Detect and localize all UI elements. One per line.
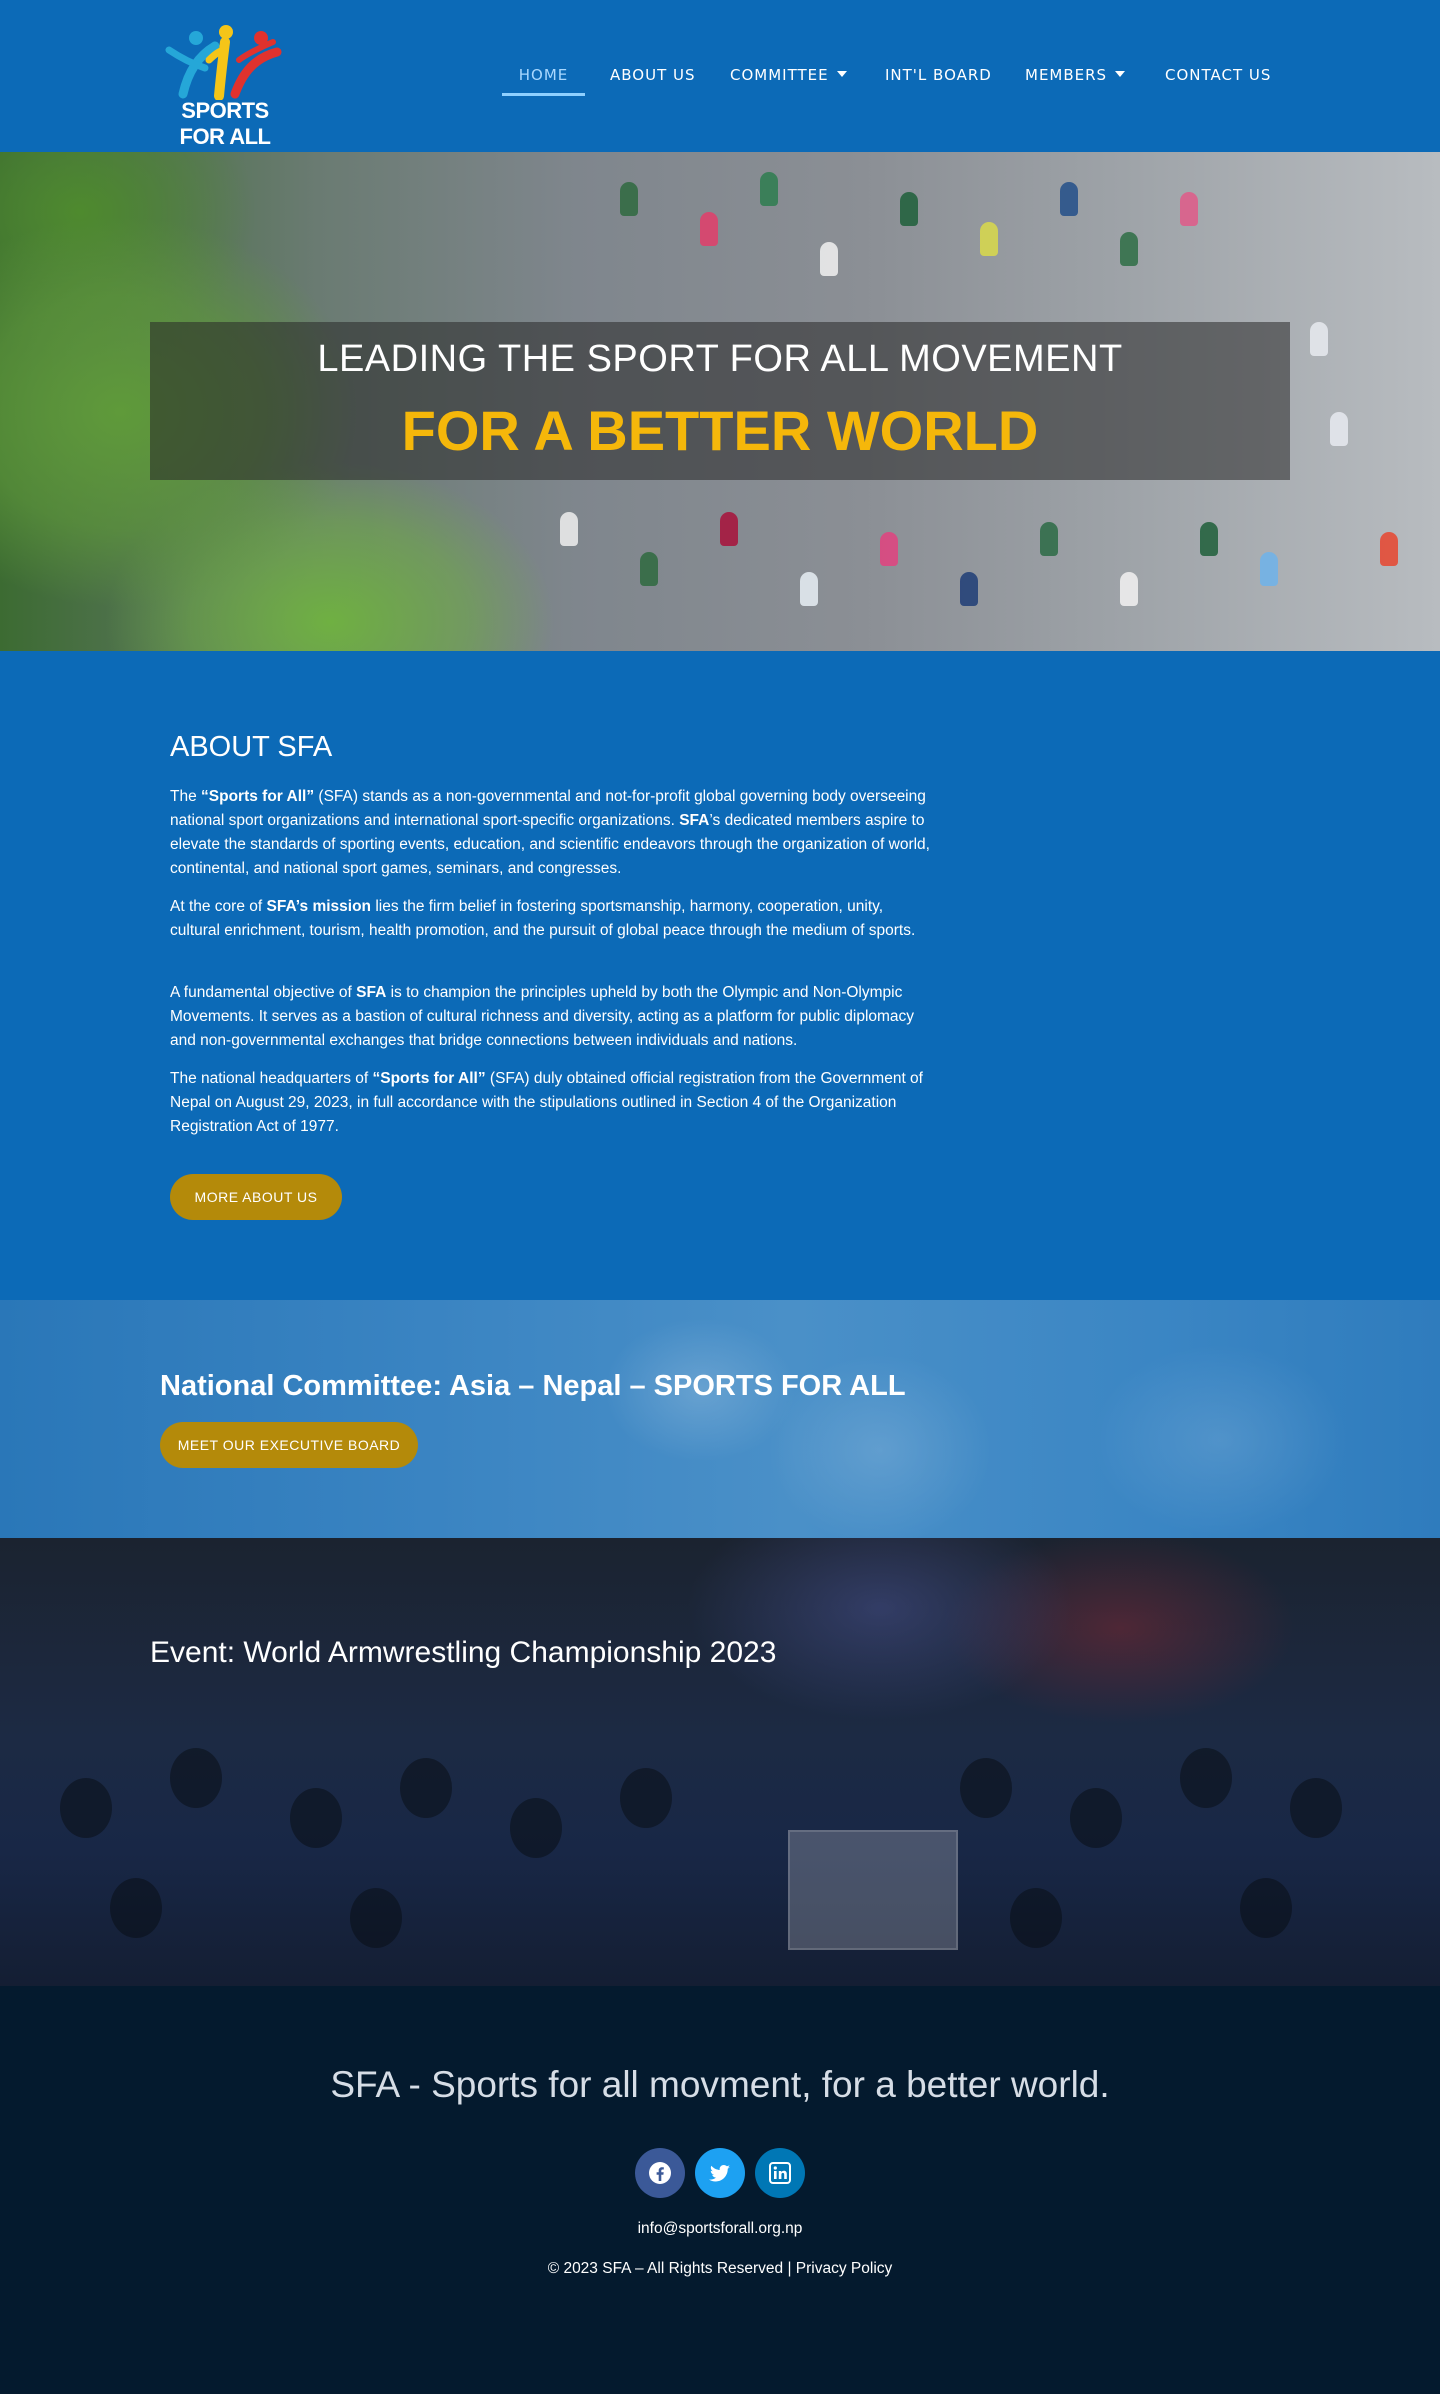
linkedin-link[interactable] — [755, 2148, 805, 2198]
site-footer: SFA - Sports for all movment, for a bett… — [0, 1986, 1440, 2394]
footer-tagline: SFA - Sports for all movment, for a bett… — [330, 2064, 1110, 2105]
nav-contact-us[interactable]: CONTACT US — [1165, 56, 1271, 96]
sfa-logo[interactable]: SPORTS FOR ALL — [163, 24, 287, 149]
event-photo-cheque — [788, 1830, 958, 1950]
facebook-icon — [649, 2162, 671, 2184]
event-banner: Event: World Armwrestling Championship 2… — [0, 1538, 1440, 1986]
chevron-down-icon — [836, 70, 847, 77]
chevron-down-icon — [1115, 70, 1126, 77]
nav-home[interactable]: HOME — [502, 56, 585, 96]
hero-banner: LEADING THE SPORT FOR ALL MOVEMENT FOR A… — [0, 152, 1440, 651]
about-paragraph-1: The “Sports for All” (SFA) stands as a n… — [170, 788, 930, 877]
linkedin-icon — [769, 2162, 791, 2184]
nav-committee[interactable]: COMMITTEE — [730, 56, 847, 96]
about-heading: ABOUT SFA — [170, 731, 333, 763]
about-section: ABOUT SFA The “Sports for All” (SFA) sta… — [0, 651, 1440, 1300]
facebook-link[interactable] — [635, 2148, 685, 2198]
privacy-policy-link[interactable]: Privacy Policy — [796, 2260, 892, 2277]
about-paragraph-4: The national headquarters of “Sports for… — [170, 1070, 923, 1135]
event-heading: Event: World Armwrestling Championship 2… — [150, 1636, 777, 1669]
nav-members[interactable]: MEMBERS — [1025, 56, 1126, 96]
about-paragraph-3: A fundamental objective of SFA is to cha… — [170, 984, 915, 1049]
logo-figures-icon — [165, 25, 282, 101]
nav-committee-label: COMMITTEE — [730, 66, 829, 84]
about-paragraph-2: At the core of SFA’s mission lies the fi… — [170, 898, 916, 939]
hero-title: LEADING THE SPORT FOR ALL MOVEMENT — [317, 338, 1123, 380]
meet-executive-board-button[interactable]: MEET OUR EXECUTIVE BOARD — [160, 1422, 418, 1468]
committee-heading: National Committee: Asia – Nepal – SPORT… — [160, 1370, 906, 1402]
committee-banner: National Committee: Asia – Nepal – SPORT… — [0, 1300, 1440, 1538]
twitter-icon — [709, 2164, 730, 2182]
footer-copyright: © 2023 SFA – All Rights Reserved | Priva… — [0, 2260, 1440, 2278]
nav-intl-board[interactable]: INT'L BOARD — [885, 56, 992, 96]
hero-subtitle: FOR A BETTER WORLD — [401, 399, 1039, 462]
logo-text: SPORTS FOR ALL — [179, 98, 272, 149]
copyright-text: © 2023 SFA – All Rights Reserved | — [547, 2260, 796, 2277]
site-header: SPORTS FOR ALL HOME ABOUT US COMMITTEE I… — [0, 0, 1440, 152]
nav-members-label: MEMBERS — [1025, 66, 1108, 84]
twitter-link[interactable] — [695, 2148, 745, 2198]
more-about-us-button[interactable]: MORE ABOUT US — [170, 1174, 342, 1220]
footer-email[interactable]: info@sportsforall.org.np — [0, 2220, 1440, 2238]
nav-about-us[interactable]: ABOUT US — [610, 56, 696, 96]
